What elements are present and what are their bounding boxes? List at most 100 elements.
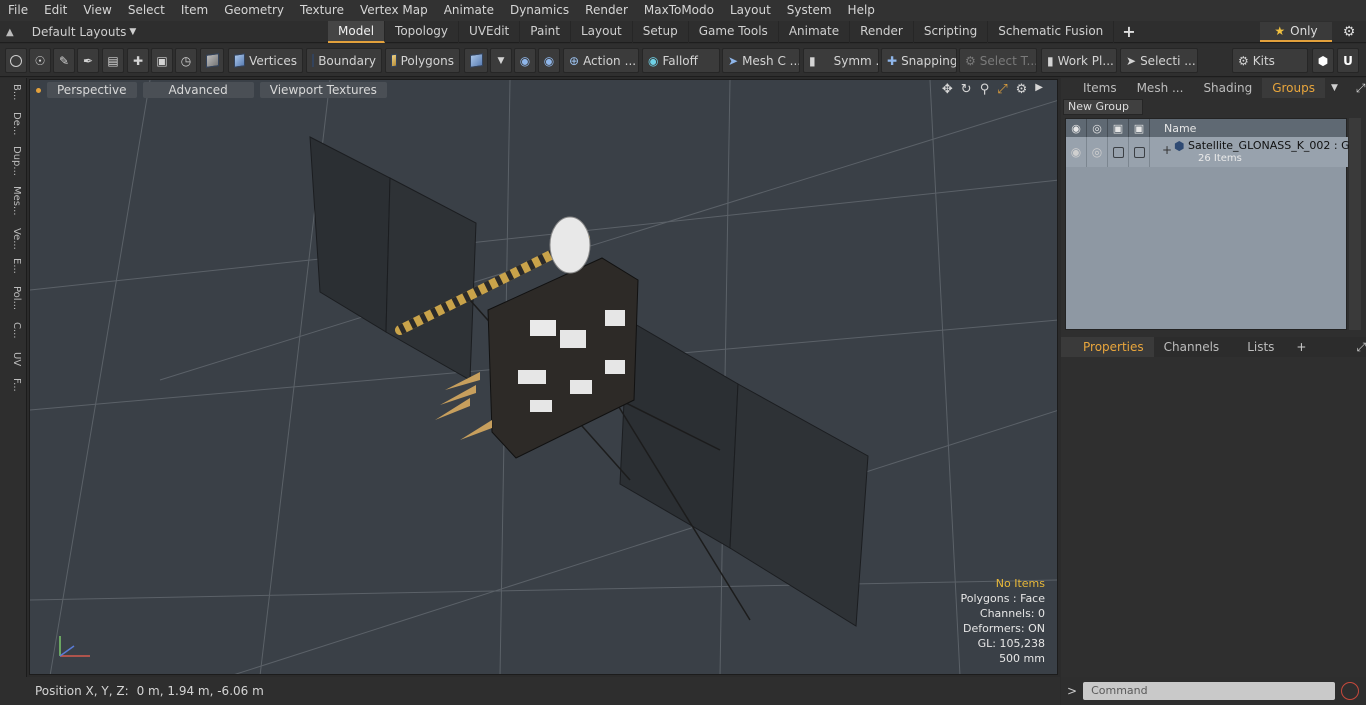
tab-shading[interactable]: Shading	[1193, 78, 1262, 98]
move-icon[interactable]: ✥	[942, 82, 953, 97]
add-tab-icon[interactable]: +	[1114, 21, 1143, 43]
sym-x-button[interactable]: ◉	[514, 48, 536, 73]
lock-checkbox[interactable]	[1108, 137, 1129, 167]
tab-channels[interactable]: Channels	[1154, 337, 1230, 357]
modo-button[interactable]: ⬢	[1312, 48, 1334, 73]
vertices-button[interactable]: Vertices	[228, 48, 303, 73]
menu-select[interactable]: Select	[120, 0, 173, 21]
menu-edit[interactable]: Edit	[36, 0, 75, 21]
render-col-icon[interactable]: ◎	[1087, 119, 1108, 137]
visibility-col-icon[interactable]: ◉	[1066, 119, 1087, 137]
menu-layout[interactable]: Layout	[722, 0, 779, 21]
expand-icon[interactable]: ⤢	[1356, 340, 1366, 355]
sym-y-button[interactable]: ◉	[538, 48, 560, 73]
strip-tab-polygon[interactable]: Pol...	[4, 286, 22, 310]
menu-help[interactable]: Help	[840, 0, 883, 21]
material-mode-button[interactable]	[464, 48, 488, 73]
strip-tab-vertex[interactable]: Ve...	[4, 228, 22, 250]
menu-file[interactable]: File	[0, 0, 36, 21]
polygons-button[interactable]: Polygons	[385, 48, 460, 73]
advanced-button[interactable]: Advanced	[142, 82, 254, 98]
record-icon[interactable]	[1341, 682, 1360, 700]
strip-tab-edge[interactable]: E...	[4, 258, 22, 274]
gear-icon[interactable]: ⚙	[1016, 82, 1028, 97]
menu-texture[interactable]: Texture	[292, 0, 352, 21]
strip-tab-mesh-edit[interactable]: Mes...	[4, 186, 22, 216]
tab-lists[interactable]: Lists	[1229, 337, 1292, 357]
select-through-button[interactable]: ⚙ Select T...	[959, 48, 1037, 73]
tab-render[interactable]: Render	[850, 21, 914, 43]
zoom-icon[interactable]: ⚲	[980, 82, 990, 97]
tab-properties[interactable]: Properties	[1061, 337, 1154, 357]
menu-geometry[interactable]: Geometry	[216, 0, 292, 21]
tab-model[interactable]: Model	[328, 21, 386, 43]
select-checkbox[interactable]	[1129, 137, 1150, 167]
selection-sets-button[interactable]: ➤ Selecti ...	[1120, 48, 1198, 73]
symmetry-button[interactable]: ▮ Symm ...	[803, 48, 879, 73]
strip-tab-curve[interactable]: C...	[4, 322, 22, 339]
mode-dropdown[interactable]: ▼	[490, 48, 512, 73]
expand-plus-icon[interactable]: +	[1162, 143, 1172, 157]
action-center-button[interactable]: ⊕ Action...	[563, 48, 639, 73]
strip-tab-basic[interactable]: B...	[4, 84, 22, 100]
globe-button[interactable]: ☉	[29, 48, 51, 73]
menu-animate[interactable]: Animate	[436, 0, 502, 21]
lock-col-icon[interactable]: ▣	[1108, 119, 1129, 137]
layouts-dropdown[interactable]: ▲ Default Layouts ▼	[6, 21, 136, 43]
maximize-icon[interactable]: ⤢	[997, 82, 1007, 97]
eye-icon[interactable]: ◉	[1066, 137, 1087, 167]
tab-items[interactable]: Items	[1061, 78, 1127, 98]
menu-view[interactable]: View	[75, 0, 119, 21]
tab-setup[interactable]: Setup	[633, 21, 689, 43]
tab-groups[interactable]: Groups	[1262, 78, 1325, 98]
item-mode-button[interactable]	[200, 48, 224, 73]
3d-viewport[interactable]: Perspective Advanced Viewport Textures ✥…	[29, 79, 1058, 675]
pen-button[interactable]: ✎	[53, 48, 75, 73]
select-col-icon[interactable]: ▣	[1129, 119, 1150, 137]
strip-tab-fusion[interactable]: F...	[4, 378, 22, 392]
only-button[interactable]: ★ Only	[1260, 22, 1332, 42]
new-group-button[interactable]: New Group	[1063, 99, 1143, 115]
viewport-textures-button[interactable]: Viewport Textures	[259, 82, 387, 98]
add-tab-icon[interactable]: +	[1296, 340, 1306, 354]
snap-button[interactable]: ▣	[151, 48, 173, 73]
work-plane-button[interactable]: ▮ Work Pl...	[1041, 48, 1117, 73]
align-button[interactable]: ▤	[102, 48, 124, 73]
tab-animate[interactable]: Animate	[779, 21, 851, 43]
tab-topology[interactable]: Topology	[385, 21, 460, 43]
strip-tab-deform[interactable]: De...	[4, 112, 22, 135]
group-row[interactable]: ◉ ◎ + ⬢ Satellite_GLONASS_K_002 : G... 2…	[1066, 137, 1360, 167]
menu-system[interactable]: System	[779, 0, 840, 21]
tab-layout[interactable]: Layout	[571, 21, 633, 43]
unreal-button[interactable]: U	[1337, 48, 1359, 73]
falloff-button[interactable]: ◉ Falloff	[642, 48, 720, 73]
tab-mesh[interactable]: Mesh ...	[1127, 78, 1194, 98]
kits-button[interactable]: ⚙ Kits	[1232, 48, 1308, 73]
menu-item[interactable]: Item	[173, 0, 216, 21]
groups-scrollbar[interactable]	[1349, 118, 1361, 330]
tab-scripting[interactable]: Scripting	[914, 21, 989, 43]
strip-tab-uv[interactable]: UV	[4, 352, 22, 366]
perspective-button[interactable]: Perspective	[47, 82, 137, 98]
command-input[interactable]: Command	[1083, 682, 1336, 700]
select-circle-button[interactable]	[5, 48, 27, 73]
expand-icon[interactable]: ⤢	[1356, 81, 1366, 96]
tab-uvedit[interactable]: UVEdit	[459, 21, 521, 43]
render-icon[interactable]: ◎	[1087, 137, 1108, 167]
gear-icon[interactable]: ⚙	[1332, 21, 1366, 43]
tab-paint[interactable]: Paint	[520, 21, 571, 43]
brush-button[interactable]: ✒	[77, 48, 99, 73]
rotate-button[interactable]: ◷	[175, 48, 197, 73]
menu-vertex-map[interactable]: Vertex Map	[352, 0, 436, 21]
mesh-constraint-button[interactable]: ➤ Mesh C ...	[722, 48, 800, 73]
center-button[interactable]: ✚	[127, 48, 149, 73]
menu-maxtomodo[interactable]: MaxToModo	[636, 0, 722, 21]
chevron-down-icon[interactable]: ▼	[1331, 83, 1338, 93]
menu-render[interactable]: Render	[577, 0, 636, 21]
tab-schematic-fusion[interactable]: Schematic Fusion	[988, 21, 1115, 43]
rotate-icon[interactable]: ↻	[961, 82, 972, 97]
strip-tab-duplicate[interactable]: Dup...	[4, 146, 22, 176]
play-icon[interactable]: ▶	[1035, 82, 1043, 97]
menu-dynamics[interactable]: Dynamics	[502, 0, 577, 21]
tab-game-tools[interactable]: Game Tools	[689, 21, 779, 43]
